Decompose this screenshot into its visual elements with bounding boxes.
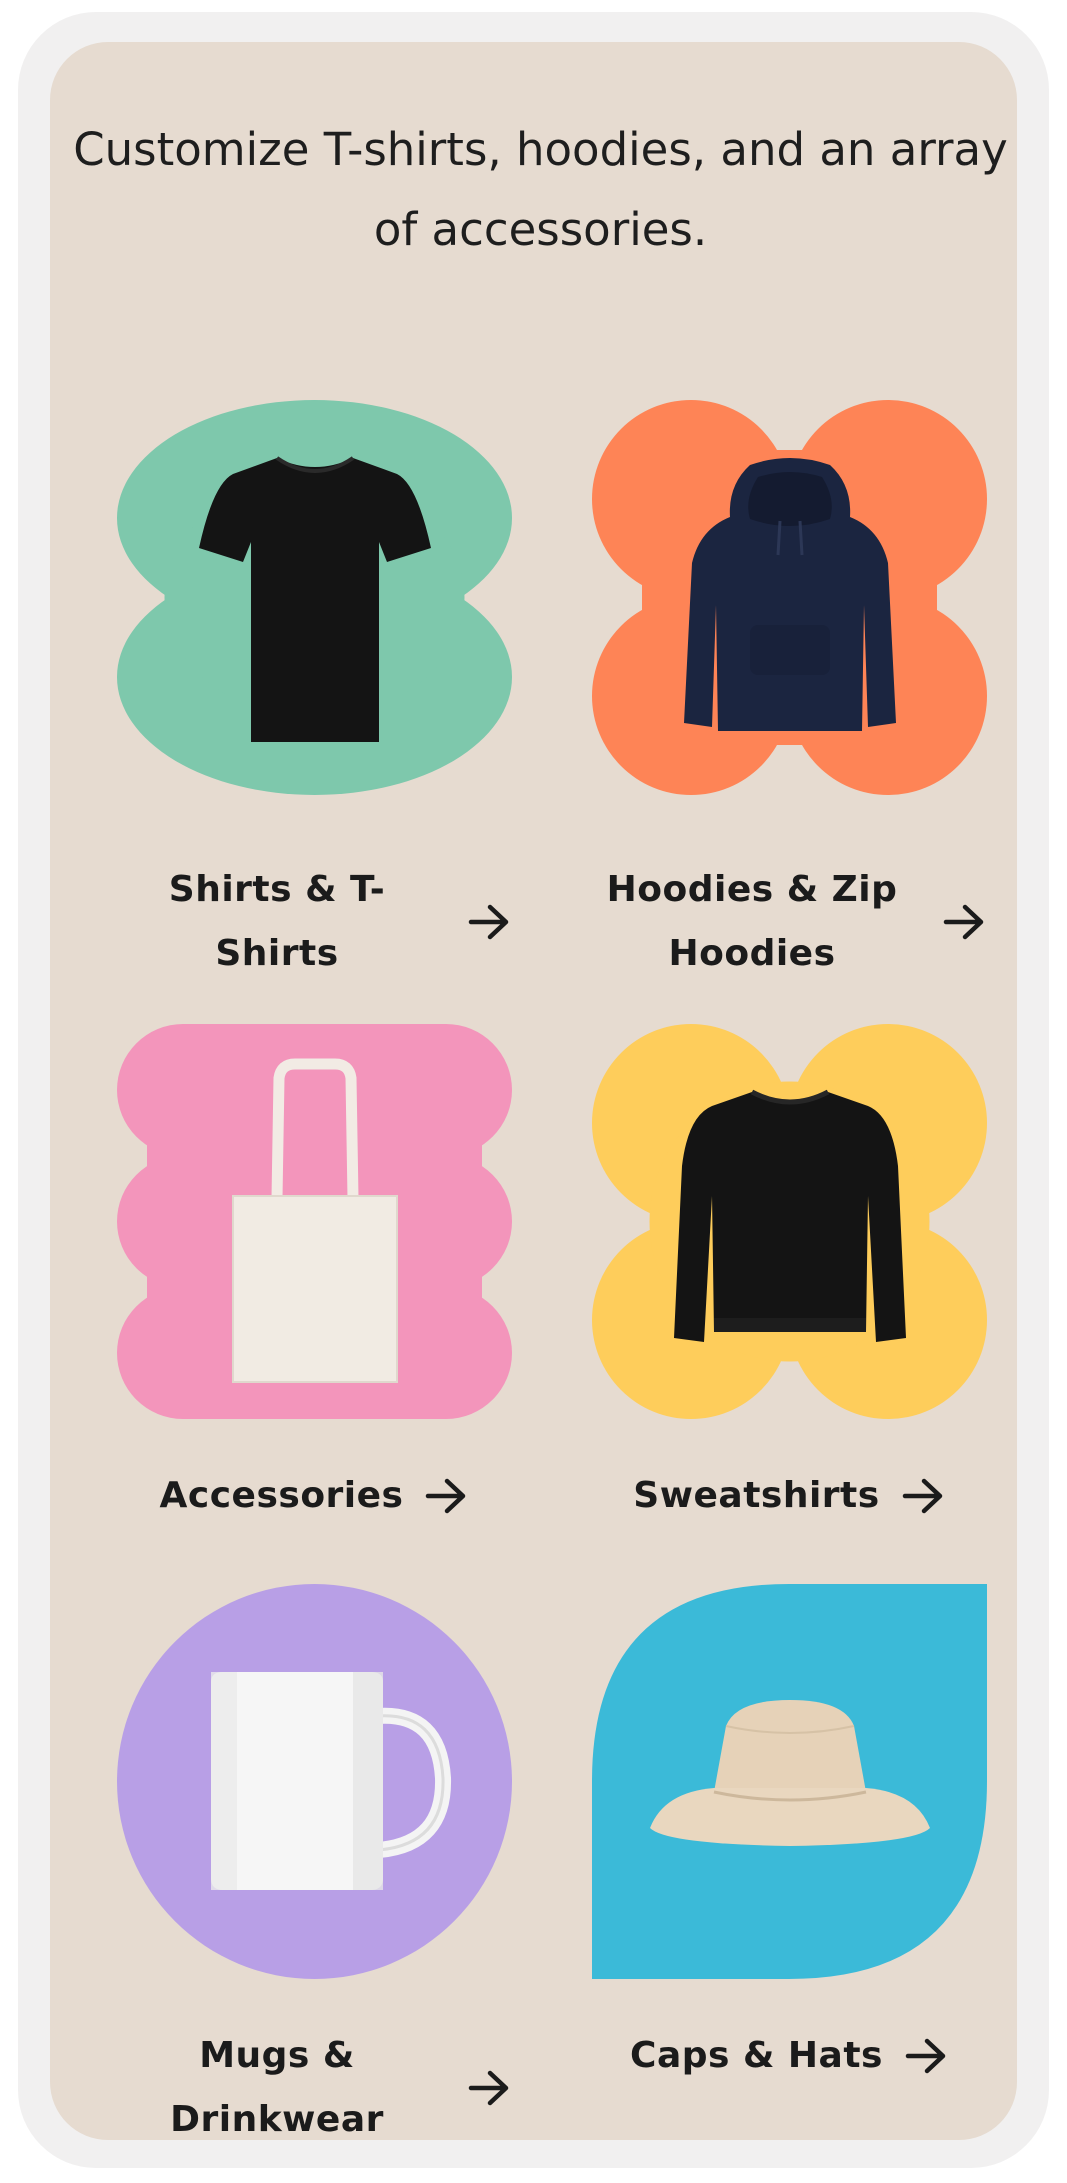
category-label-caps[interactable]: Caps & Hats [630, 2024, 883, 2088]
sweatshirt-icon [674, 1089, 906, 1342]
category-card-shirts[interactable]: Shirts & T- Shirts [117, 400, 512, 990]
category-label-hoodies[interactable]: Hoodies & Zip Hoodies [592, 858, 912, 986]
category-image-caps[interactable] [592, 1584, 987, 1979]
bucket-hat-icon [650, 1700, 930, 1846]
category-card-hoodies[interactable]: Hoodies & Zip Hoodies [592, 400, 987, 990]
category-label-sweatshirts[interactable]: Sweatshirts [633, 1464, 879, 1528]
category-card-accessories[interactable]: Accessories [117, 1024, 512, 1544]
intro-text: Customize T-shirts, hoodies, and an arra… [73, 123, 1008, 256]
category-card-caps[interactable]: Caps & Hats [592, 1584, 987, 2104]
category-image-shirts[interactable] [117, 400, 512, 795]
category-image-hoodies[interactable] [592, 400, 987, 795]
category-label-shirts[interactable]: Shirts & T- Shirts [117, 858, 437, 986]
tote-bag-icon [232, 1058, 398, 1383]
arrow-right-icon[interactable] [425, 1476, 469, 1516]
category-label-accessories[interactable]: Accessories [160, 1464, 404, 1528]
category-label-row-mugs[interactable]: Mugs & Drinkwear [117, 2024, 512, 2140]
category-label-row-shirts[interactable]: Shirts & T- Shirts [117, 858, 512, 986]
category-label-row-hoodies[interactable]: Hoodies & Zip Hoodies [592, 858, 987, 986]
category-image-sweatshirts[interactable] [592, 1024, 987, 1419]
tshirt-icon [199, 456, 431, 742]
arrow-right-icon[interactable] [468, 902, 512, 942]
category-card-mugs[interactable]: Mugs & Drinkwear [117, 1584, 512, 2140]
category-label-row-accessories[interactable]: Accessories [117, 1464, 512, 1528]
arrow-right-icon[interactable] [943, 902, 987, 942]
category-image-mugs[interactable] [117, 1584, 512, 1979]
category-label-mugs[interactable]: Mugs & Drinkwear [117, 2024, 437, 2140]
category-label-row-caps[interactable]: Caps & Hats [592, 2024, 987, 2088]
category-image-accessories[interactable] [117, 1024, 512, 1419]
arrow-right-icon[interactable] [905, 2036, 949, 2076]
category-label-row-sweatshirts[interactable]: Sweatshirts [592, 1464, 987, 1528]
hoodie-icon [684, 458, 896, 731]
screen: Customize T-shirts, hoodies, and an arra… [50, 42, 1017, 2140]
category-card-sweatshirts[interactable]: Sweatshirts [592, 1024, 987, 1544]
arrow-right-icon[interactable] [902, 1476, 946, 1516]
arrow-right-icon[interactable] [468, 2068, 512, 2108]
mug-icon [211, 1672, 452, 1890]
